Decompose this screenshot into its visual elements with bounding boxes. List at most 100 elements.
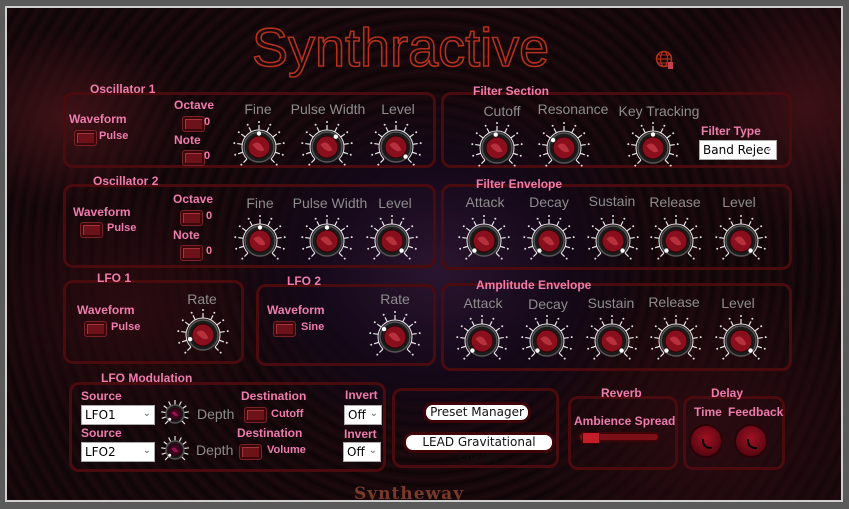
preset-manager-button[interactable]: Preset Manager — [423, 402, 531, 423]
chevron-down-icon: ⌄ — [369, 408, 378, 419]
knob-tick-label — [408, 257, 411, 260]
fenv-attack-knob[interactable] — [456, 212, 512, 266]
osc2-note-toggle[interactable] — [181, 246, 202, 260]
mod1-destination-toggle[interactable] — [245, 408, 266, 422]
lfo1-waveform-toggle[interactable] — [85, 322, 106, 336]
mod2-depth-label: Depth — [196, 442, 234, 458]
knob-tick-label — [326, 215, 328, 217]
aenv-sustain-knob[interactable] — [584, 312, 640, 366]
fenv-decay-knob[interactable] — [521, 212, 577, 266]
lfo2-rate-knob[interactable] — [367, 308, 423, 362]
app-title: Synthractive — [251, 17, 550, 79]
osc1-octave-toggle[interactable] — [183, 117, 204, 131]
osc2-pulse-width-knob[interactable] — [299, 212, 355, 266]
knob-indicator — [333, 134, 338, 139]
knob-tick-label — [523, 236, 526, 239]
filter-cutoff-knob[interactable] — [469, 119, 525, 173]
knob-tick — [219, 330, 225, 333]
knob-tick-label — [650, 336, 653, 339]
osc2-level-knob[interactable] — [364, 212, 420, 266]
knob-tick-label — [465, 257, 468, 260]
filter-type-label: Filter Type — [701, 124, 761, 138]
delay-time-knob[interactable] — [691, 426, 721, 456]
knob-tick-label — [686, 317, 689, 320]
mod1-invert-select[interactable]: Off ⌄ — [344, 405, 382, 425]
knob-tick — [237, 142, 243, 145]
osc1-waveform-toggle[interactable] — [75, 131, 96, 145]
aenv-level-knob[interactable] — [713, 312, 769, 366]
aenv-attack-knob[interactable] — [454, 312, 510, 366]
filter-type-select[interactable]: Band Rejec ⌄ — [699, 140, 777, 160]
knob-tick — [481, 159, 486, 164]
knob-tick-label — [636, 236, 639, 239]
globe-icon[interactable] — [655, 50, 675, 70]
knob-tick — [370, 236, 376, 239]
knob-tick-label — [695, 225, 698, 228]
knob-tick-label — [650, 236, 653, 239]
fenv-sustain-knob[interactable] — [585, 212, 641, 266]
knob-tick — [631, 143, 637, 146]
knob-tick-label — [349, 153, 352, 156]
lfo1-rate-knob[interactable] — [175, 306, 231, 360]
knob-tick-label — [411, 353, 414, 356]
oscillator2-label: Oscillator 2 — [93, 174, 159, 188]
knob-tick — [384, 317, 388, 323]
knob-tick-label — [542, 132, 545, 135]
knob-tick-label — [622, 317, 625, 320]
knob-tick — [754, 327, 760, 332]
filter-key-tracking-knob[interactable] — [625, 119, 681, 173]
fenv-level-knob[interactable] — [713, 212, 769, 266]
osc1-fine-knob[interactable] — [231, 118, 287, 172]
mod2-depth-knob[interactable] — [157, 433, 193, 467]
filter-resonance-knob[interactable] — [536, 119, 592, 173]
osc1-level-knob[interactable] — [368, 118, 424, 172]
mod1-depth-knob[interactable] — [157, 397, 193, 431]
knob-tick-label — [672, 132, 675, 135]
mod2-destination-toggle[interactable] — [240, 445, 261, 459]
osc1-octave-label: Octave — [174, 98, 215, 112]
delay-feedback-knob[interactable] — [736, 426, 766, 456]
knob-tick-label — [184, 351, 187, 354]
knob-tick — [181, 441, 187, 446]
knob-tick-label — [405, 313, 408, 316]
knob-tick — [665, 321, 669, 327]
knob-tick-label — [763, 347, 766, 350]
osc2-fine-knob[interactable] — [232, 212, 288, 266]
knob-tick — [657, 327, 663, 332]
osc1-pulse-width-knob[interactable] — [299, 118, 355, 172]
knob-tick — [311, 158, 316, 163]
knob-tick — [577, 134, 583, 139]
knob-tick — [214, 346, 219, 351]
knob-tick-label — [459, 247, 462, 250]
knob-tick — [267, 221, 271, 227]
mod2-source-select[interactable]: LFO2 ⌄ — [81, 442, 155, 462]
aenv-release-knob[interactable] — [648, 312, 704, 366]
osc2-octave-toggle[interactable] — [181, 211, 202, 225]
current-preset-button[interactable]: LEAD Gravitational Energy — [403, 432, 555, 463]
knob-tick-label — [411, 225, 414, 228]
lfo2-waveform-toggle[interactable] — [274, 322, 295, 336]
knob-indicator — [257, 225, 263, 230]
mod1-source-select[interactable]: LFO1 ⌄ — [81, 405, 155, 425]
knob-tick-label — [471, 143, 474, 146]
knob-tick-label — [528, 357, 531, 360]
fenv-release-knob[interactable] — [648, 212, 704, 266]
mod1-invert-label: Invert — [345, 388, 378, 402]
knob-tick — [564, 245, 571, 249]
osc2-waveform-label: Waveform — [73, 205, 131, 219]
aenv-decay-knob[interactable] — [519, 312, 575, 366]
knob-tick-label — [282, 142, 285, 145]
osc1-note-toggle[interactable] — [183, 151, 204, 165]
osc2-level-label: Level — [378, 195, 412, 211]
knob-tick-label — [478, 164, 481, 167]
knob-indicator — [550, 137, 556, 143]
knob-tick-label — [241, 257, 244, 260]
knob-tick-label — [492, 317, 495, 320]
ambience-spread-thumb[interactable] — [582, 432, 600, 444]
mod2-invert-select[interactable]: Off ⌄ — [343, 442, 381, 462]
osc2-waveform-toggle[interactable] — [81, 223, 102, 237]
ambience-spread-slider[interactable] — [578, 432, 660, 444]
mod2-invert-value: Off — [347, 445, 365, 459]
mod2-invert-label: Invert — [344, 427, 377, 441]
knob-tick — [343, 142, 349, 145]
